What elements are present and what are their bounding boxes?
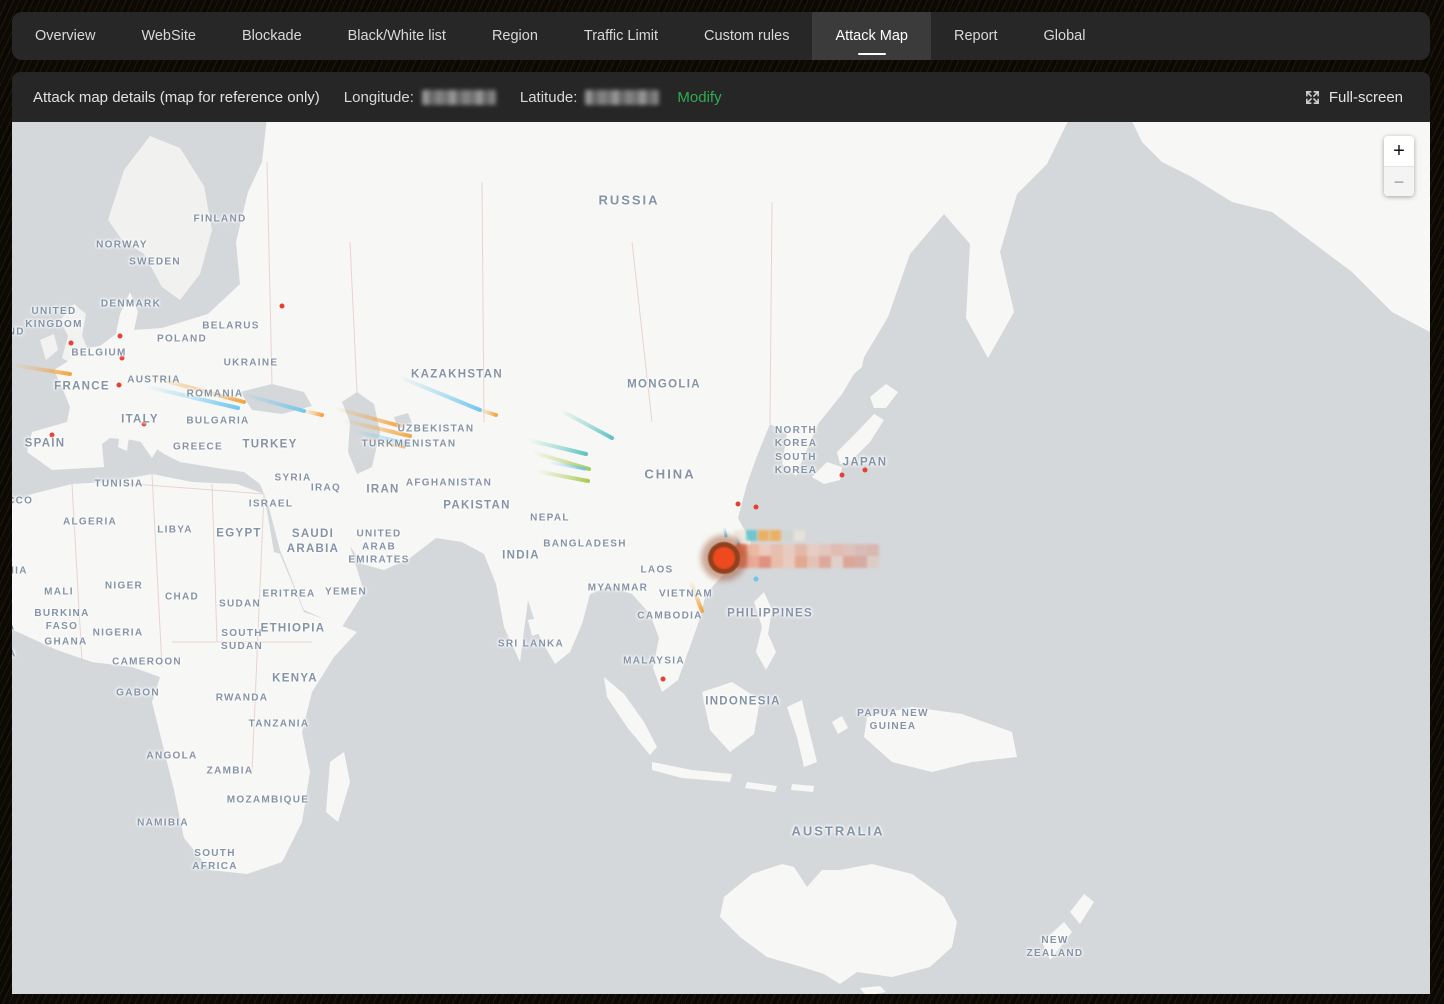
attack-source-dot [50,433,55,438]
tab-attack-map[interactable]: Attack Map [812,12,931,60]
map-toolbar: Attack map details (map for reference on… [12,72,1430,122]
attack-source-dot [754,577,759,582]
modify-link[interactable]: Modify [671,88,727,107]
top-navbar: OverviewWebSiteBlockadeBlack/White listR… [12,12,1430,60]
attack-map-canvas[interactable]: RUSSIAFINLANDNORWAYSWEDENDENMARKUNITED K… [12,122,1430,994]
fullscreen-button[interactable]: Full-screen [1298,88,1409,107]
tab-blockade[interactable]: Blockade [219,12,325,60]
tab-website[interactable]: WebSite [118,12,219,60]
page-title: Attack map details (map for reference on… [33,89,320,106]
tab-custom-rules[interactable]: Custom rules [681,12,812,60]
zoom-out-button[interactable]: − [1384,166,1414,196]
attack-source-dot [142,422,147,427]
attack-source-dot [736,502,741,507]
attack-source-dot [69,341,74,346]
longitude-label: Longitude: [344,89,414,106]
attack-source-dot [280,304,285,309]
latitude-value-redacted [585,90,659,105]
tab-report[interactable]: Report [931,12,1021,60]
attack-source-dot [661,677,666,682]
zoom-in-button[interactable]: + [1384,136,1414,166]
longitude-value-redacted [422,90,496,105]
fullscreen-icon [1304,89,1321,106]
attack-source-dot [840,473,845,478]
nav-tabs: OverviewWebSiteBlockadeBlack/White listR… [12,12,1430,60]
tab-traffic-limit[interactable]: Traffic Limit [561,12,681,60]
attack-source-dot [754,505,759,510]
tab-global[interactable]: Global [1021,12,1109,60]
tab-black-white-list[interactable]: Black/White list [325,12,469,60]
attack-source-dot [117,383,122,388]
attack-source-dot [863,468,868,473]
fullscreen-label: Full-screen [1329,89,1403,106]
attack-source-dot [120,356,125,361]
attack-target-marker [701,535,747,581]
latitude-label: Latitude: [520,89,578,106]
tab-region[interactable]: Region [469,12,561,60]
map-zoom-control: + − [1384,136,1414,196]
attack-source-dot [118,334,123,339]
tab-overview[interactable]: Overview [12,12,118,60]
marker-core [714,548,734,568]
